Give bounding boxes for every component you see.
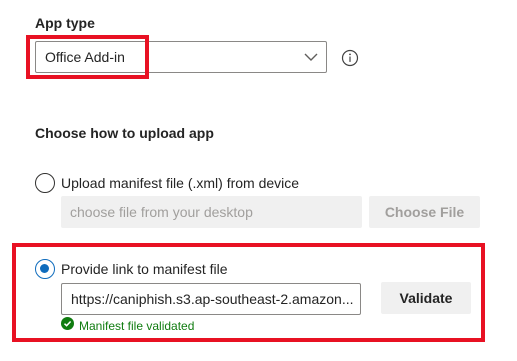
manifest-url-input[interactable]: https://caniphish.s3.ap-southeast-2.amaz… — [61, 283, 361, 315]
chevron-down-icon — [296, 42, 326, 72]
app-type-highlight — [26, 35, 149, 79]
upload-heading: Choose how to upload app — [35, 125, 214, 141]
validate-button[interactable]: Validate — [381, 282, 471, 314]
file-path-input[interactable]: choose file from your desktop — [61, 196, 362, 228]
radio-manifest-link[interactable] — [35, 259, 55, 279]
radio-manifest-link-label: Provide link to manifest file — [61, 261, 228, 277]
choose-file-button[interactable]: Choose File — [369, 196, 480, 228]
info-icon[interactable] — [341, 49, 359, 67]
validation-status: Manifest file validated — [61, 317, 194, 335]
radio-upload-device[interactable] — [35, 173, 55, 193]
check-circle-icon — [61, 317, 74, 335]
app-type-heading: App type — [35, 15, 95, 31]
validation-status-text: Manifest file validated — [79, 319, 195, 333]
radio-upload-device-label: Upload manifest file (.xml) from device — [61, 175, 300, 191]
